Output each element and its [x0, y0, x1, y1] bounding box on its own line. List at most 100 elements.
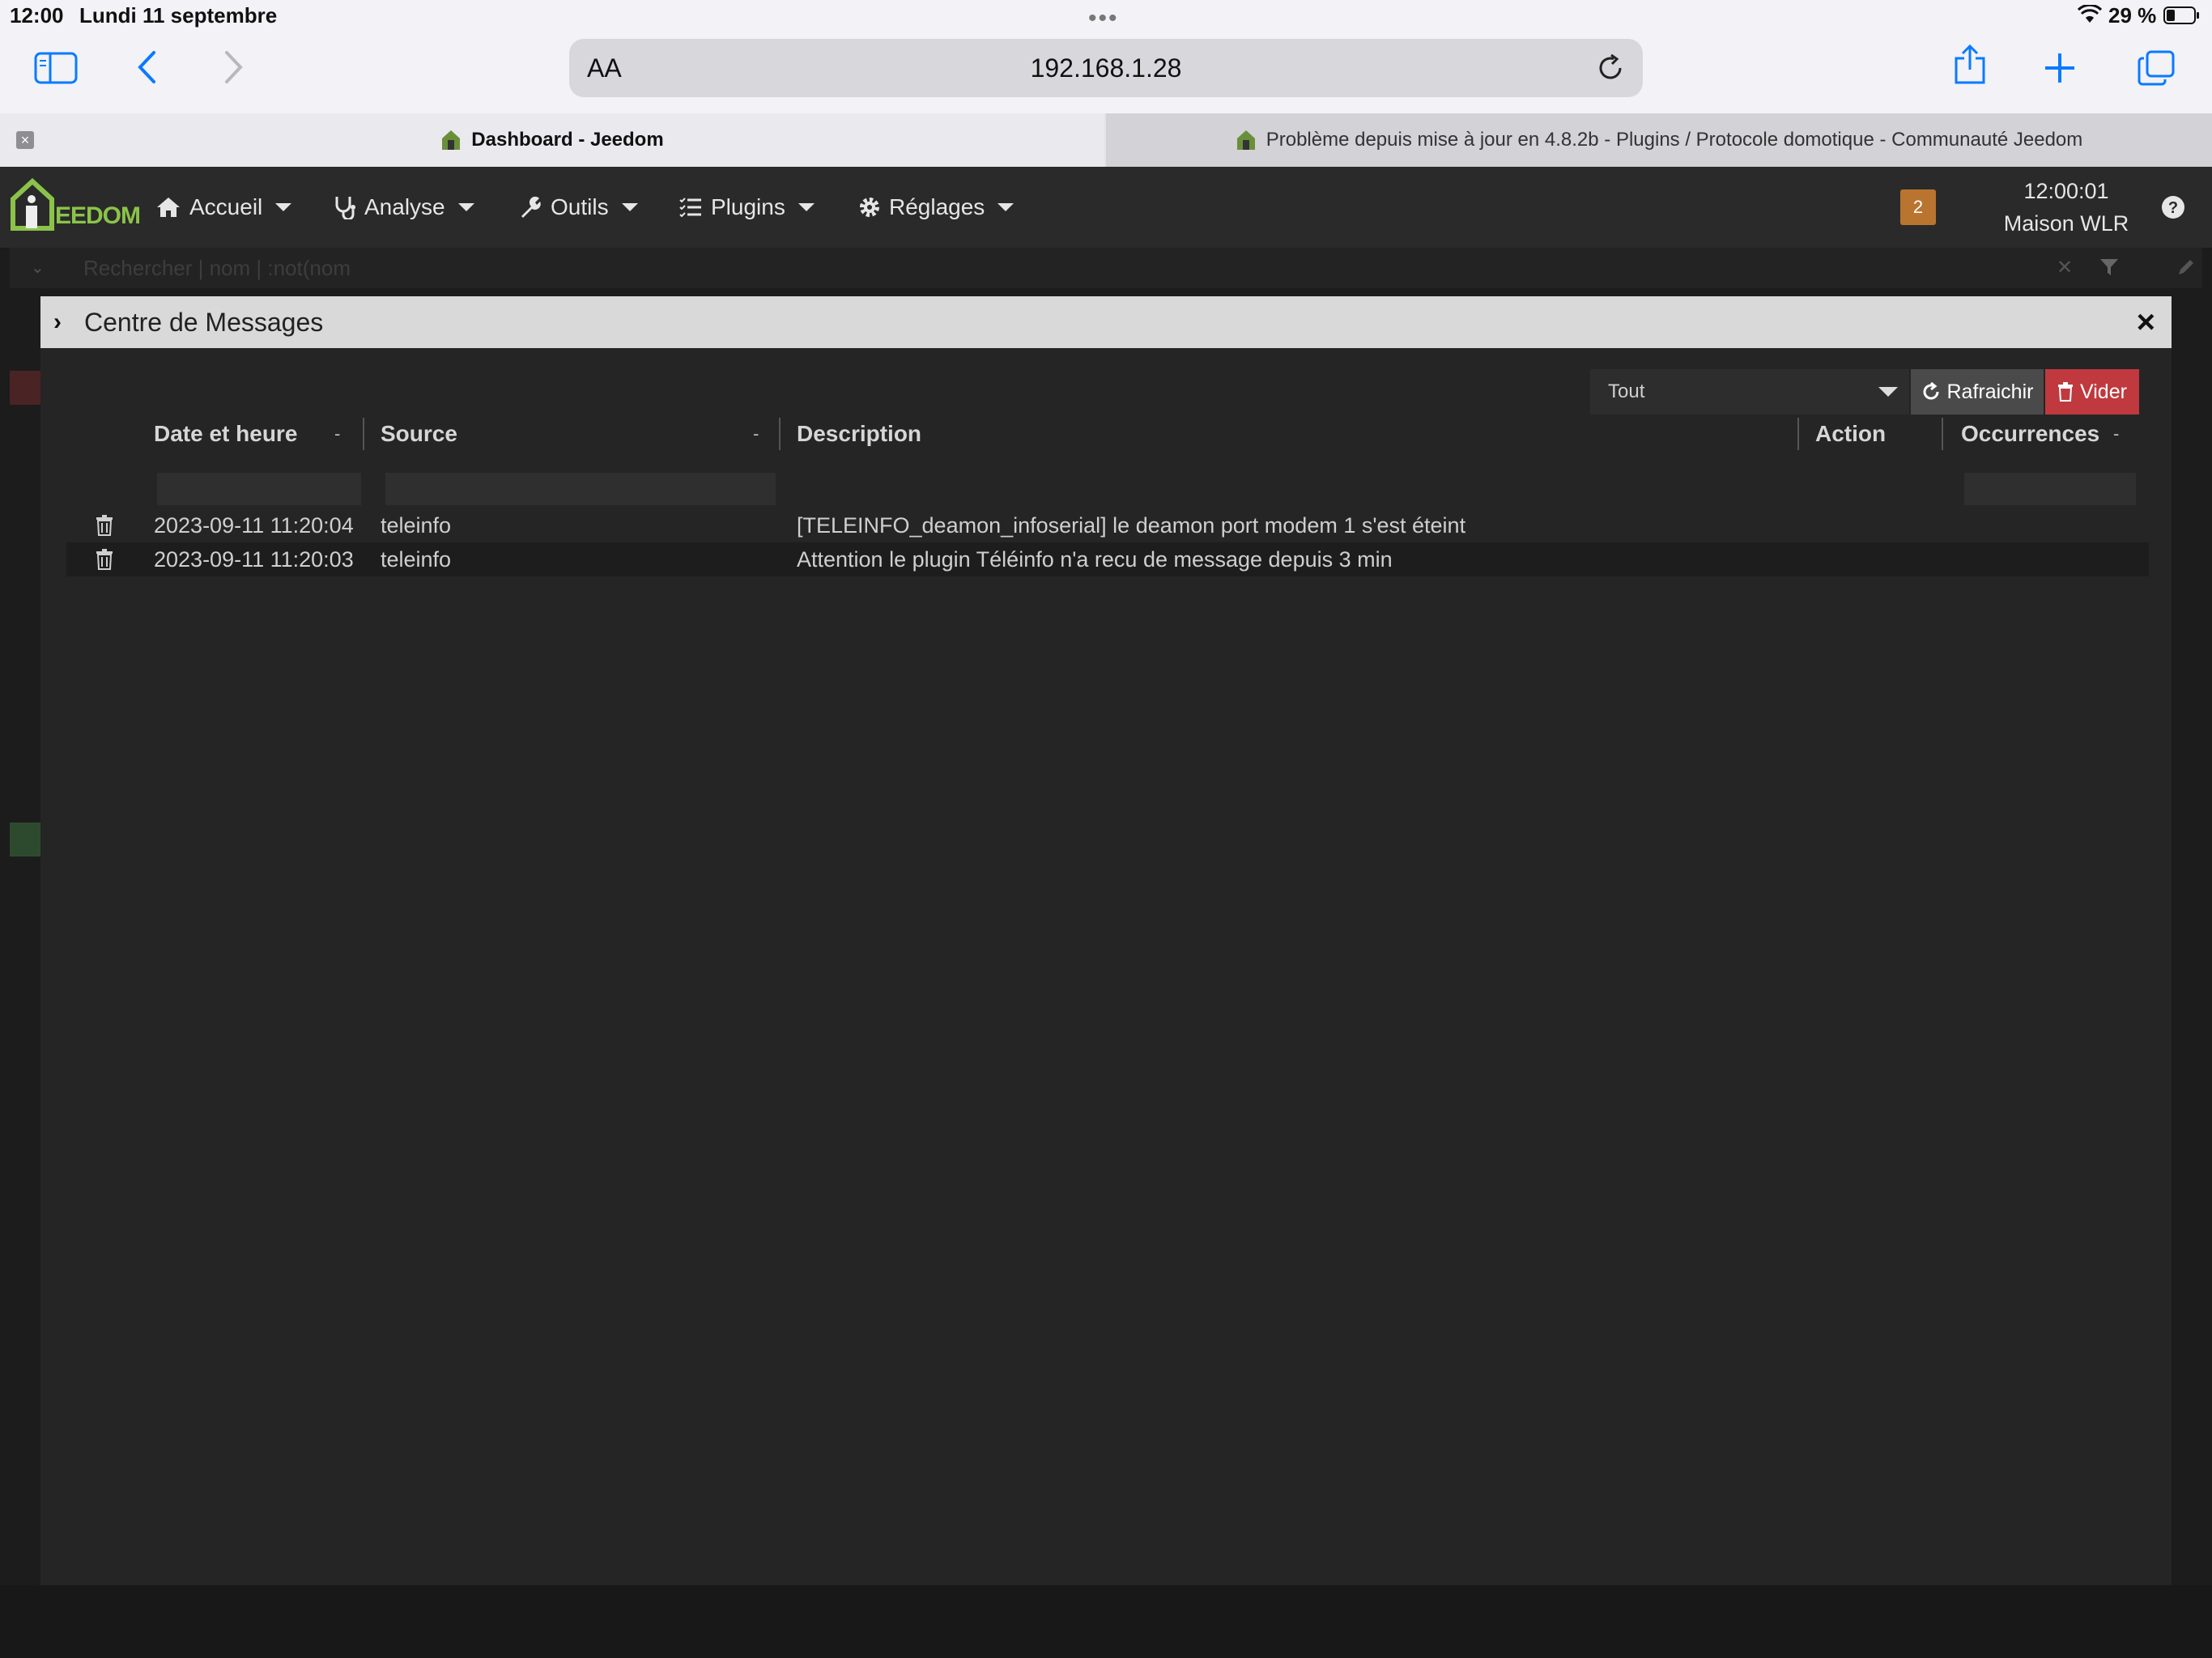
message-source: teleinfo — [381, 547, 452, 572]
close-tab-icon[interactable]: × — [16, 131, 34, 149]
sort-marker[interactable]: - — [2113, 410, 2119, 458]
status-time: 12:00 — [10, 3, 64, 28]
jeedom-logo[interactable] — [10, 178, 55, 232]
home-icon — [155, 196, 181, 219]
delete-message-icon[interactable] — [96, 549, 113, 570]
menu-label: Analyse — [364, 194, 445, 219]
clear-label: Vider — [2080, 380, 2127, 403]
tabs-overview-icon[interactable] — [2138, 50, 2175, 86]
page-footer-area — [0, 1585, 2212, 1658]
multitasking-dots-icon[interactable]: ••• — [1088, 5, 1119, 32]
back-icon[interactable] — [136, 50, 157, 84]
tab-label: Dashboard - Jeedom — [471, 129, 664, 151]
table-row: 2023-09-11 11:20:03 teleinfo Attention l… — [66, 542, 2149, 576]
message-date: 2023-09-11 11:20:03 — [154, 547, 354, 572]
browser-toolbar: 12:00 Lundi 11 septembre ••• 29 % AA 192… — [0, 0, 2212, 113]
menu-label: Réglages — [889, 194, 985, 219]
forward-icon[interactable] — [223, 50, 245, 84]
tab-bar: Dashboard - Jeedom × Problème depuis mis… — [0, 113, 2212, 167]
chevron-down-icon — [457, 203, 474, 211]
close-modal-icon[interactable]: × — [2137, 296, 2155, 348]
url-text[interactable]: 192.168.1.28 — [569, 39, 1643, 97]
jeedom-navbar: EEDOM Accueil Analyse Outils Plugins Rég… — [0, 167, 2212, 249]
chevron-down-icon — [621, 203, 638, 211]
delete-message-icon[interactable] — [96, 515, 113, 536]
menu-label: Outils — [551, 194, 609, 219]
chevron-right-icon[interactable]: › — [53, 296, 62, 348]
menu-analyse[interactable]: Analyse — [334, 167, 474, 248]
battery-percent: 29 % — [2108, 3, 2157, 28]
modal-title: Centre de Messages — [84, 308, 324, 337]
clear-search-icon[interactable]: ✕ — [2057, 248, 2073, 288]
jeedom-favicon-icon — [1236, 129, 1257, 151]
column-divider — [1797, 418, 1799, 450]
message-description: Attention le plugin Téléinfo n'a recu de… — [797, 547, 1393, 572]
background-widget — [10, 823, 40, 857]
table-row: 2023-09-11 11:20:04 teleinfo [TELEINFO_d… — [66, 508, 2149, 542]
chevron-down-icon[interactable]: ⌄ — [31, 248, 45, 288]
stethoscope-icon — [334, 195, 356, 219]
chevron-down-icon — [1878, 387, 1898, 397]
filter-value: Tout — [1608, 380, 1645, 402]
message-source: teleinfo — [381, 513, 452, 538]
tab-community[interactable]: Problème depuis mise à jour en 4.8.2b - … — [1106, 113, 2212, 167]
column-header-date[interactable]: Date et heure — [154, 410, 297, 458]
share-icon[interactable] — [1953, 44, 1987, 86]
source-filter-input[interactable] — [385, 473, 776, 505]
background-widget — [10, 371, 40, 405]
search-placeholder[interactable]: Rechercher | nom | :not(nom — [83, 248, 351, 288]
house-name: Maison WLR — [2003, 211, 2129, 236]
sort-marker[interactable]: - — [753, 410, 759, 458]
menu-label: Plugins — [711, 194, 785, 219]
refresh-button[interactable]: Rafraichir — [1911, 369, 2044, 414]
column-divider — [1942, 418, 1943, 450]
svg-text:?: ? — [2168, 199, 2178, 217]
message-description: [TELEINFO_deamon_infoserial] le deamon p… — [797, 513, 1466, 538]
wrench-icon — [518, 195, 542, 219]
new-tab-icon[interactable] — [2044, 52, 2076, 84]
date-filter-input[interactable] — [157, 473, 361, 505]
refresh-label: Rafraichir — [1946, 380, 2034, 403]
list-icon — [678, 197, 703, 218]
modal-header: › Centre de Messages × — [40, 296, 2172, 348]
column-header-action[interactable]: Action — [1815, 410, 1886, 458]
refresh-icon — [1921, 382, 1941, 402]
menu-accueil[interactable]: Accueil — [155, 167, 292, 248]
chevron-down-icon — [798, 203, 815, 211]
tab-dashboard[interactable]: Dashboard - Jeedom — [0, 113, 1104, 167]
message-filter-select[interactable]: Tout — [1590, 369, 1909, 414]
wifi-icon — [2078, 5, 2102, 24]
filter-icon[interactable] — [2099, 257, 2120, 277]
message-center-modal: › Centre de Messages × Tout Rafraichir V… — [40, 296, 2172, 1585]
sort-marker[interactable]: - — [334, 410, 340, 458]
status-date: Lundi 11 septembre — [79, 3, 278, 28]
message-date: 2023-09-11 11:20:04 — [154, 513, 354, 538]
column-header-source[interactable]: Source — [381, 410, 457, 458]
chevron-down-icon — [998, 203, 1015, 211]
battery-icon — [2163, 6, 2201, 24]
column-divider — [363, 418, 364, 450]
occurrences-filter-input[interactable] — [1964, 473, 2136, 505]
menu-reglages[interactable]: Réglages — [858, 167, 1015, 248]
trash-icon — [2057, 382, 2074, 402]
address-bar[interactable]: AA 192.168.1.28 — [569, 39, 1643, 97]
clock-and-house: 12:00:01 Maison WLR — [1976, 175, 2157, 240]
logo-text: EEDOM — [55, 202, 141, 229]
column-divider — [779, 418, 781, 450]
menu-outils[interactable]: Outils — [518, 167, 638, 248]
sidebar-toggle-icon[interactable] — [34, 52, 78, 84]
chevron-down-icon — [275, 203, 292, 211]
message-count-badge[interactable]: 2 — [1900, 189, 1936, 225]
menu-label: Accueil — [189, 194, 263, 219]
tab-label: Problème depuis mise à jour en 4.8.2b - … — [1266, 129, 2083, 151]
column-header-description[interactable]: Description — [797, 410, 921, 458]
jeedom-favicon-icon — [440, 129, 462, 151]
clear-messages-button[interactable]: Vider — [2045, 369, 2139, 414]
reload-icon[interactable] — [1596, 53, 1625, 83]
clock-time: 12:00:01 — [2023, 179, 2109, 203]
menu-plugins[interactable]: Plugins — [678, 167, 815, 248]
column-header-occurrences[interactable]: Occurrences — [1961, 410, 2099, 458]
edit-icon[interactable] — [2176, 257, 2196, 277]
gear-icon — [858, 196, 881, 219]
help-icon[interactable]: ? — [2160, 194, 2186, 220]
